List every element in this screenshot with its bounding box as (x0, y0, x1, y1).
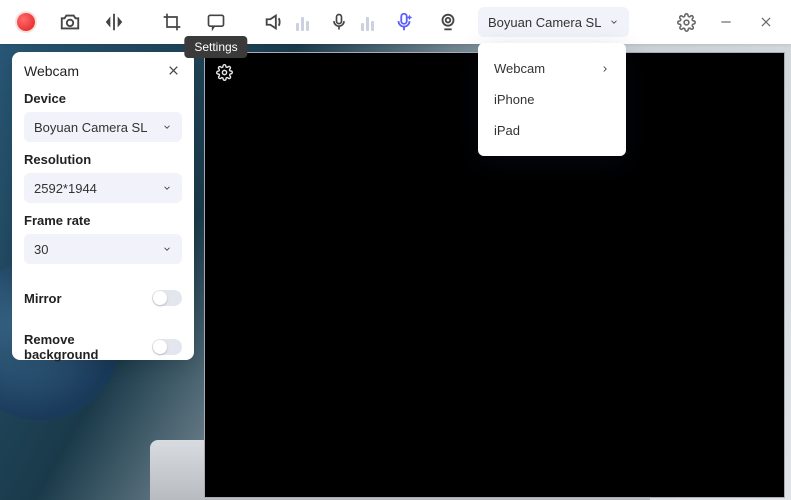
panel-header: Webcam (24, 62, 182, 79)
crop-button[interactable] (154, 4, 190, 40)
speaker-level-icon (296, 13, 309, 31)
record-button[interactable] (8, 4, 44, 40)
speaker-button[interactable] (256, 4, 292, 40)
camera-menu-item-iphone[interactable]: iPhone (478, 84, 626, 115)
settings-button[interactable] (669, 5, 703, 39)
resolution-select-value: 2592*1944 (34, 181, 97, 196)
ai-mic-icon (393, 11, 415, 33)
flip-button[interactable] (96, 4, 132, 40)
mirror-row: Mirror (24, 290, 182, 306)
remove-background-label: Remove background (24, 332, 152, 362)
close-icon (759, 15, 773, 29)
record-icon (17, 13, 35, 31)
frame-rate-select[interactable]: 30 (24, 234, 182, 264)
speaker-icon (263, 11, 285, 33)
webcam-button[interactable] (430, 4, 466, 40)
close-icon (167, 64, 180, 77)
device-select[interactable]: Boyuan Camera SL (24, 112, 182, 142)
mirror-label: Mirror (24, 291, 62, 306)
panel-close-button[interactable] (165, 62, 182, 79)
gear-icon (216, 64, 233, 81)
device-select-value: Boyuan Camera SL (34, 120, 147, 135)
noise-suppression-button[interactable] (386, 4, 422, 40)
menu-item-label: Webcam (494, 61, 545, 76)
menu-item-label: iPad (494, 123, 520, 138)
remove-background-row: Remove background (24, 332, 182, 362)
chevron-down-icon (162, 122, 172, 132)
minimize-button[interactable] (709, 5, 743, 39)
device-label: Device (24, 91, 182, 106)
mic-button[interactable] (321, 4, 357, 40)
chevron-down-icon (162, 244, 172, 254)
toolbar-right-group (669, 5, 783, 39)
toggle-knob (153, 340, 167, 354)
camera-select-dropdown[interactable]: Boyuan Camera SL (478, 7, 629, 37)
toggle-knob (153, 291, 167, 305)
chat-icon (206, 12, 226, 32)
camera-dropdown-container: Boyuan Camera SL Webcam iPhone iPad (478, 7, 629, 37)
close-button[interactable] (749, 5, 783, 39)
mic-level-icon (361, 13, 374, 31)
resolution-select[interactable]: 2592*1944 (24, 173, 182, 203)
gear-icon (677, 13, 696, 32)
frame-rate-select-value: 30 (34, 242, 48, 257)
mirror-toggle[interactable] (152, 290, 182, 306)
minimize-icon (719, 15, 733, 29)
frame-rate-label: Frame rate (24, 213, 182, 228)
chevron-right-icon (600, 64, 610, 74)
camera-menu-item-webcam[interactable]: Webcam (478, 53, 626, 84)
mirror-icon (103, 11, 125, 33)
camera-dropdown-menu: Webcam iPhone iPad (478, 43, 626, 156)
preview-settings-button[interactable] (213, 61, 235, 83)
chevron-down-icon (609, 17, 619, 27)
annotate-button[interactable]: Settings (198, 4, 234, 40)
panel-title: Webcam (24, 63, 79, 79)
crop-icon (162, 12, 182, 32)
webcam-icon (437, 11, 459, 33)
screenshot-button[interactable] (52, 4, 88, 40)
remove-background-toggle[interactable] (152, 339, 182, 355)
menu-item-label: iPhone (494, 92, 534, 107)
resolution-label: Resolution (24, 152, 182, 167)
settings-tooltip: Settings (184, 36, 247, 58)
webcam-settings-panel: Webcam Device Boyuan Camera SL Resolutio… (12, 52, 194, 360)
camera-select-value: Boyuan Camera SL (488, 15, 601, 30)
camera-menu-item-ipad[interactable]: iPad (478, 115, 626, 146)
camera-icon (59, 11, 81, 33)
top-toolbar: Settings Boyuan Camera SL Webcam iPhone … (0, 0, 791, 44)
microphone-icon (329, 12, 349, 32)
chevron-down-icon (162, 183, 172, 193)
